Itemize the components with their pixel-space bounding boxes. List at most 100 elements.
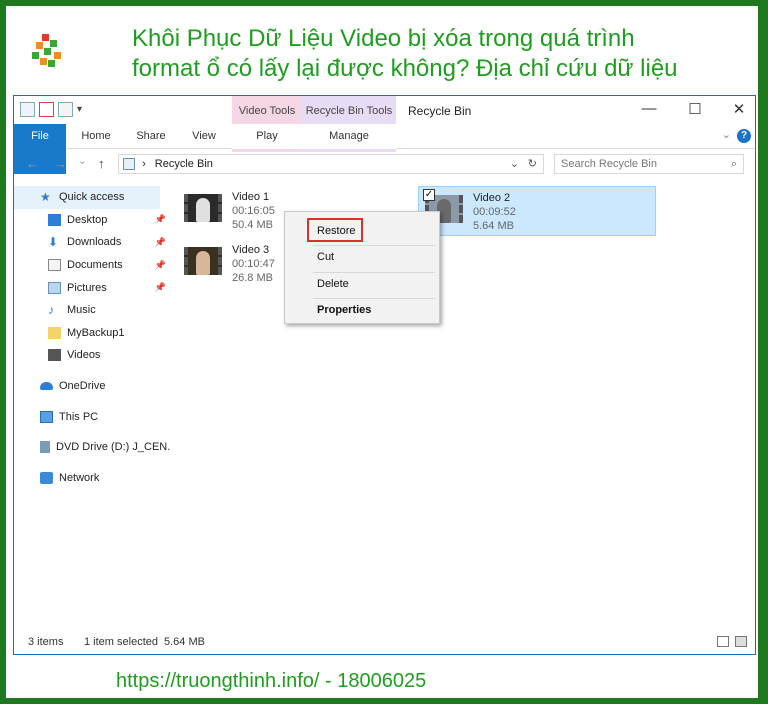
- sidebar-item-downloads[interactable]: ⬇ Downloads 📌: [14, 231, 174, 254]
- large-icons-view-icon[interactable]: [735, 636, 747, 647]
- file-size: 5.64 MB: [473, 220, 514, 232]
- recent-locations-icon[interactable]: ⌄: [78, 156, 86, 167]
- file-name: Video 3: [232, 244, 270, 256]
- properties-icon[interactable]: [20, 102, 35, 117]
- sidebar-item-label: Music: [67, 304, 96, 317]
- picture-icon: [48, 281, 61, 294]
- folder-icon: [48, 326, 61, 339]
- sidebar-item-onedrive[interactable]: OneDrive: [14, 375, 174, 398]
- tab-view[interactable]: View: [182, 124, 226, 149]
- file-list: Video 1 00:16:05 50.4 MB ✓ Video 2 00:09…: [174, 180, 755, 630]
- ribbon-tabs: File Home Share View Play Manage ⌄ ?: [14, 124, 755, 174]
- window-title: Recycle Bin: [408, 104, 472, 118]
- help-icon[interactable]: ?: [737, 129, 751, 143]
- sidebar-item-label: MyBackup1: [67, 326, 125, 339]
- file-duration: 00:10:47: [232, 258, 275, 270]
- video-icon: [48, 349, 61, 362]
- sidebar-item-network[interactable]: Network: [14, 467, 174, 490]
- details-view-icon[interactable]: [717, 636, 729, 647]
- search-placeholder: Search Recycle Bin: [561, 158, 657, 170]
- pin-icon[interactable]: 📌: [155, 282, 166, 293]
- sidebar-item-label: Quick access: [59, 191, 125, 204]
- pin-icon[interactable]: 📌: [155, 260, 166, 271]
- sidebar-item-documents[interactable]: Documents 📌: [14, 254, 174, 277]
- file-size: 26.8 MB: [232, 272, 273, 284]
- sidebar-item-dvd-drive[interactable]: DVD Drive (D:) J_CEN.: [14, 436, 174, 459]
- explorer-window: ▾ Video Tools Recycle Bin Tools Recycle …: [13, 95, 756, 655]
- sidebar-item-label: Network: [59, 471, 100, 484]
- tab-manage[interactable]: Manage: [302, 124, 396, 149]
- sidebar-item-label: Downloads: [67, 236, 122, 249]
- search-input[interactable]: Search Recycle Bin ⌕: [554, 154, 744, 174]
- file-item-video-2[interactable]: ✓ Video 2 00:09:52 5.64 MB: [418, 186, 656, 236]
- selection-size: 5.64 MB: [164, 636, 205, 648]
- title-bar: ▾ Video Tools Recycle Bin Tools Recycle …: [14, 96, 755, 152]
- footer-link[interactable]: https://truongthinh.info/ - 18006025: [116, 670, 426, 693]
- pin-icon[interactable]: 📌: [155, 237, 166, 248]
- cloud-icon: [40, 382, 53, 391]
- pc-icon: [40, 410, 53, 423]
- maximize-button[interactable]: ☐: [672, 100, 718, 122]
- sidebar-item-label: DVD Drive (D:) J_CEN.: [56, 441, 171, 454]
- sidebar-item-desktop[interactable]: Desktop 📌: [14, 209, 174, 232]
- file-name: Video 1: [232, 191, 270, 203]
- selection-count: 1 item selected: [84, 636, 158, 648]
- quick-access-toolbar: ▾: [20, 102, 82, 117]
- tab-play[interactable]: Play: [232, 124, 302, 149]
- tab-home[interactable]: Home: [74, 124, 118, 149]
- file-name: Video 2: [473, 192, 511, 204]
- star-icon: ★: [40, 190, 51, 205]
- sidebar-item-label: Pictures: [67, 281, 107, 294]
- sidebar-item-label: Documents: [67, 259, 123, 272]
- breadcrumb[interactable]: Recycle Bin: [155, 158, 213, 170]
- file-duration: 00:16:05: [232, 205, 275, 217]
- sidebar-item-music[interactable]: ♪ Music: [14, 299, 174, 322]
- navigation-pane: ★ Quick access Desktop 📌 ⬇ Downloads 📌 D…: [14, 186, 174, 489]
- back-arrow-icon[interactable]: ←: [26, 156, 39, 171]
- video-thumbnail: [184, 247, 222, 275]
- document-icon: [48, 259, 61, 272]
- refresh-icon[interactable]: ↻: [528, 155, 537, 173]
- menu-item-delete[interactable]: Delete: [289, 273, 435, 297]
- network-icon: [40, 471, 53, 484]
- status-bar: 3 items 1 item selected 5.64 MB: [14, 630, 755, 654]
- menu-item-properties[interactable]: Properties: [289, 299, 435, 323]
- music-icon: ♪: [48, 303, 54, 318]
- sidebar-item-mybackup1[interactable]: MyBackup1: [14, 322, 174, 345]
- expand-ribbon-icon[interactable]: ⌄: [722, 128, 731, 141]
- recycle-bin-icon: [123, 158, 135, 171]
- sidebar-item-label: This PC: [59, 410, 99, 423]
- dvd-icon: [40, 441, 50, 454]
- search-icon[interactable]: ⌕: [731, 155, 737, 173]
- tab-share[interactable]: Share: [128, 124, 174, 149]
- chevron-down-icon[interactable]: ▾: [77, 104, 82, 115]
- sidebar-item-quick-access[interactable]: ★ Quick access: [14, 186, 160, 209]
- brand-logo-icon: [28, 30, 76, 78]
- item-checkbox[interactable]: ✓: [423, 189, 435, 201]
- video-thumbnail: [184, 194, 222, 222]
- menu-item-restore[interactable]: Restore: [307, 218, 363, 242]
- sidebar-item-videos[interactable]: Videos: [14, 344, 174, 367]
- sidebar-item-label: OneDrive: [59, 380, 106, 393]
- file-size: 50.4 MB: [232, 219, 273, 231]
- address-bar[interactable]: › Recycle Bin ⌄ ↻: [118, 154, 544, 174]
- minimize-button[interactable]: —: [626, 100, 672, 122]
- item-count: 3 items: [28, 636, 64, 648]
- new-folder-icon[interactable]: [58, 102, 73, 117]
- menu-item-cut[interactable]: Cut: [289, 246, 435, 270]
- forward-arrow-icon[interactable]: →: [54, 156, 67, 171]
- context-menu: Restore Cut Delete Properties: [284, 211, 440, 324]
- sidebar-item-this-pc[interactable]: This PC: [14, 405, 174, 428]
- navigation-bar: ← → ⌄ ↑ › Recycle Bin ⌄ ↻ Search Recycle…: [14, 150, 755, 178]
- pin-icon[interactable]: 📌: [155, 214, 166, 225]
- close-button[interactable]: ✕: [716, 100, 755, 122]
- checkmark-icon[interactable]: [39, 102, 54, 117]
- download-icon: ⬇: [48, 235, 59, 250]
- article-headline: Khôi Phục Dữ Liệu Video bị xóa trong quá…: [132, 25, 678, 82]
- file-meta: Video 2 00:09:52 5.64 MB: [473, 191, 516, 233]
- view-switcher: [717, 636, 747, 647]
- address-dropdown-icon[interactable]: ⌄: [510, 155, 519, 173]
- up-arrow-icon[interactable]: ↑: [98, 156, 105, 171]
- breadcrumb-separator: ›: [142, 158, 146, 170]
- sidebar-item-pictures[interactable]: Pictures 📌: [14, 276, 174, 299]
